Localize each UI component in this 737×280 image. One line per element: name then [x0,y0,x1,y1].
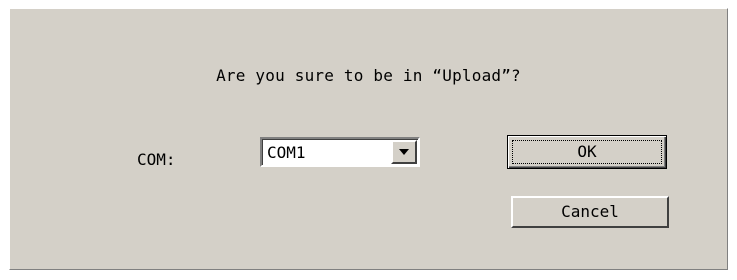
confirm-prompt: Are you sure to be in “Upload”? [216,66,521,85]
ok-button[interactable]: OK [507,135,667,169]
upload-confirm-dialog: Are you sure to be in “Upload”? COM: COM… [9,8,728,270]
com-port-select[interactable]: COM1 [260,137,420,167]
com-port-dropdown-button[interactable] [391,140,417,164]
chevron-down-icon [399,149,409,155]
cancel-button[interactable]: Cancel [511,196,669,228]
com-label: COM: [137,150,176,169]
ok-button-label: OK [512,140,662,164]
com-port-value[interactable]: COM1 [267,143,306,162]
